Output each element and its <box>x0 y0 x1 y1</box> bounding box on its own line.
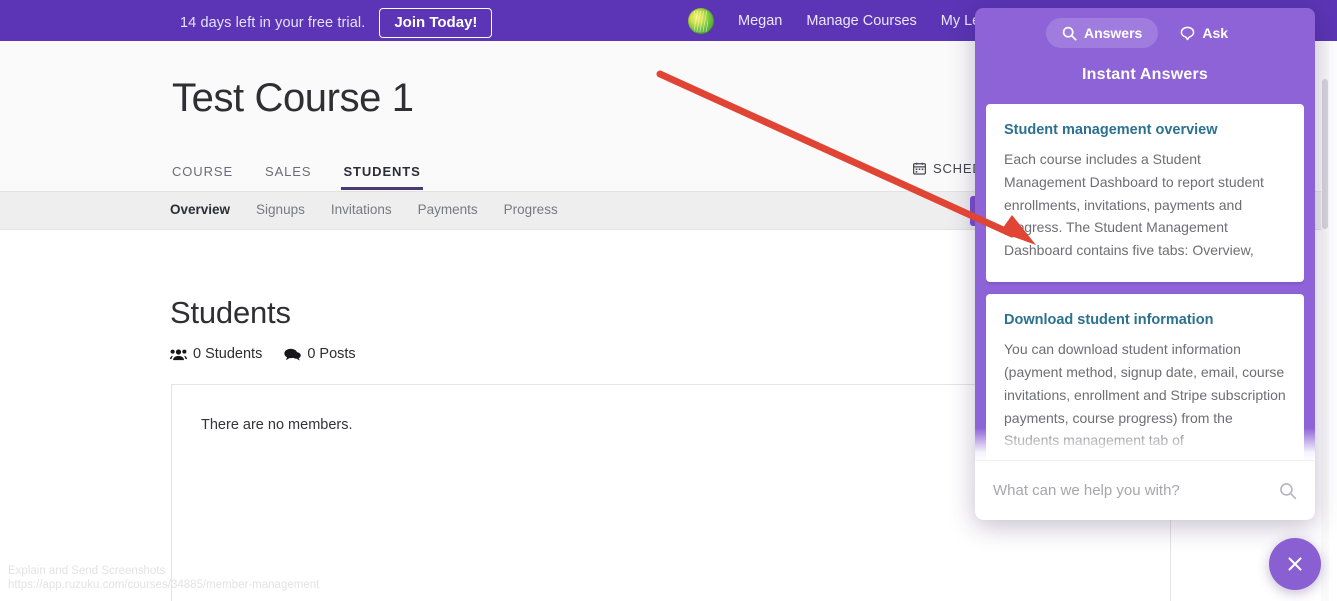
close-beacon-button[interactable] <box>1269 538 1321 590</box>
nav-manage-courses[interactable]: Manage Courses <box>806 13 916 29</box>
beacon-search-bar <box>975 460 1315 520</box>
tab-course[interactable]: COURSE <box>170 159 235 190</box>
subtab-payments[interactable]: Payments <box>418 202 478 217</box>
subtab-invitations[interactable]: Invitations <box>331 202 392 217</box>
users-icon <box>170 348 187 360</box>
tab-sales[interactable]: SALES <box>263 159 313 190</box>
scrollbar-thumb[interactable] <box>1322 79 1328 229</box>
answer-card[interactable]: Download student information You can dow… <box>986 294 1304 473</box>
beacon-tab-answers-label: Answers <box>1083 25 1143 41</box>
stat-students: 0 Students <box>170 346 262 362</box>
stat-posts-label: 0 Posts <box>307 346 356 362</box>
calendar-icon <box>913 162 926 175</box>
beacon-tab-ask[interactable]: Ask <box>1164 18 1244 48</box>
subtab-overview[interactable]: Overview <box>170 202 230 217</box>
beacon-tab-ask-label: Ask <box>1202 25 1229 41</box>
beacon-heading: Instant Answers <box>1082 66 1208 83</box>
beacon-tab-answers[interactable]: Answers <box>1045 18 1159 48</box>
nav-user-menu[interactable]: Megan <box>738 13 782 29</box>
close-icon <box>1288 557 1302 571</box>
answer-title: Download student information <box>1004 312 1214 329</box>
answer-body: Each course includes a Student Managemen… <box>1004 151 1264 259</box>
search-input[interactable] <box>993 482 1279 499</box>
comments-icon <box>284 348 302 361</box>
avatar[interactable] <box>688 8 714 34</box>
subtab-signups[interactable]: Signups <box>256 202 305 217</box>
stat-posts: 0 Posts <box>284 346 356 362</box>
stat-students-label: 0 Students <box>193 346 263 362</box>
search-icon <box>1062 26 1077 41</box>
join-today-button[interactable]: Join Today! <box>379 8 493 38</box>
top-navigation: Megan Manage Courses My Learni <box>688 8 1004 34</box>
search-icon[interactable] <box>1279 482 1297 500</box>
trial-text: 14 days left in your free trial. <box>180 15 366 31</box>
trial-notice: 14 days left in your free trial. Join To… <box>180 8 493 38</box>
browser-viewport: 14 days left in your free trial. Join To… <box>0 0 1337 601</box>
page-scrollbar[interactable] <box>1321 41 1329 601</box>
answer-card[interactable]: Student management overview Each course … <box>986 104 1304 283</box>
chat-bubble-icon <box>1180 26 1195 40</box>
subtab-progress[interactable]: Progress <box>504 202 558 217</box>
beacon-tab-bar: Answers Ask <box>975 18 1315 48</box>
empty-state-message: There are no members. <box>201 417 353 433</box>
section-heading: Students <box>170 295 291 330</box>
page-title: Test Course 1 <box>172 76 414 120</box>
help-beacon-panel: Answers Ask Instant Answers Student mana… <box>975 8 1315 520</box>
beacon-answers-list[interactable]: Student management overview Each course … <box>986 104 1304 479</box>
answer-body: You can download student information (pa… <box>1004 341 1286 449</box>
student-stats: 0 Students 0 Posts <box>170 346 356 362</box>
tab-students[interactable]: STUDENTS <box>341 159 422 190</box>
answer-title: Student management overview <box>1004 122 1218 138</box>
